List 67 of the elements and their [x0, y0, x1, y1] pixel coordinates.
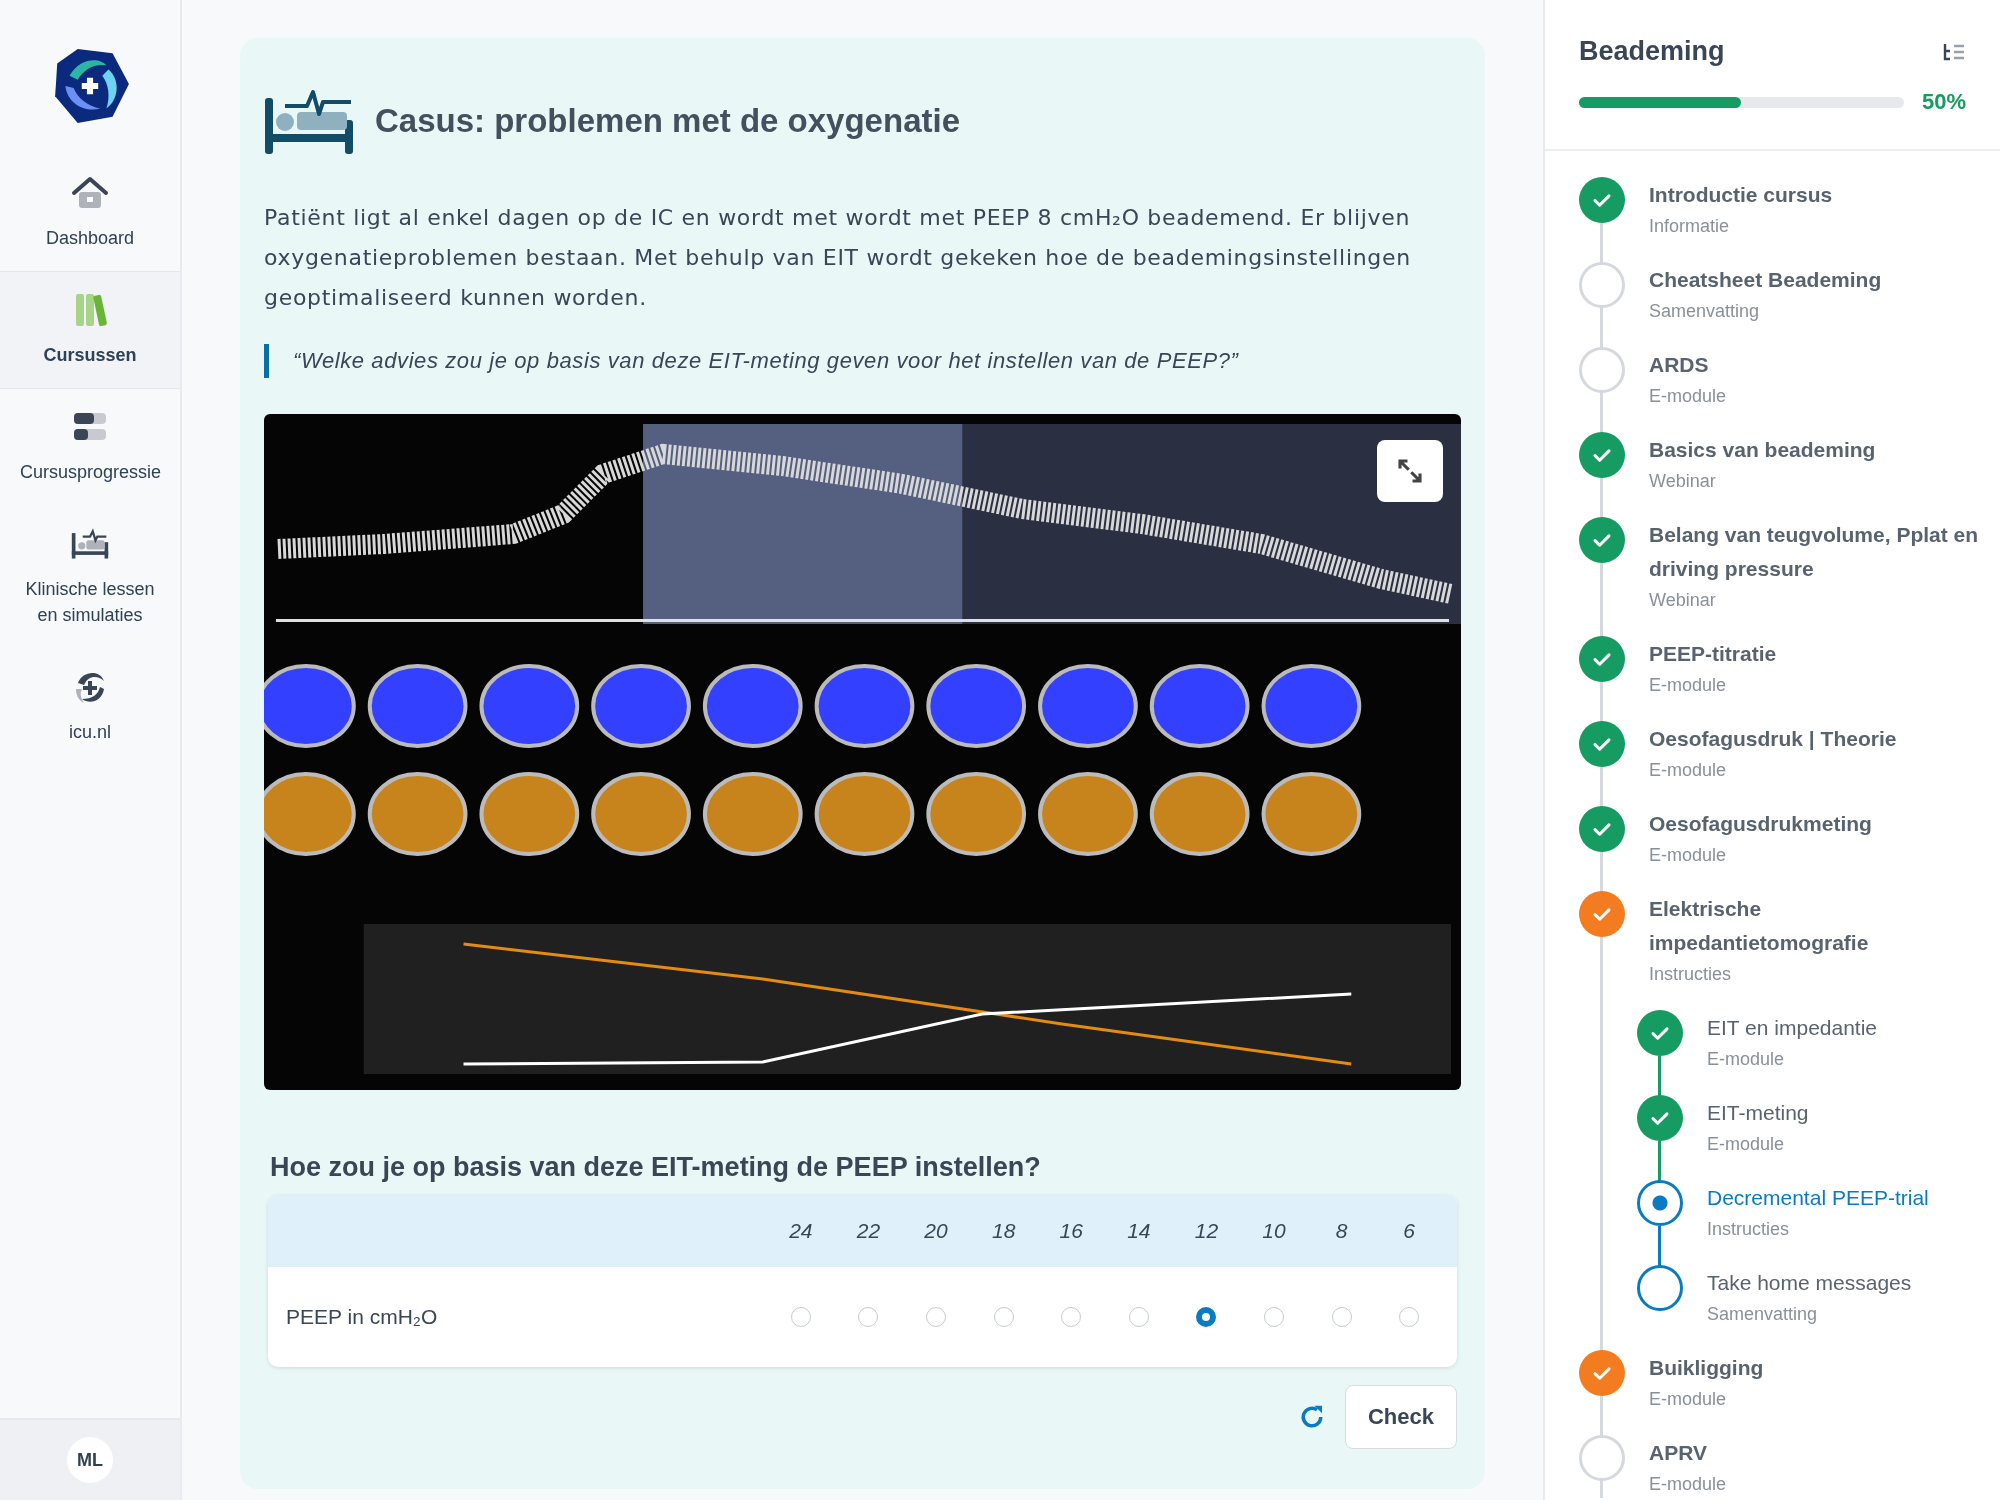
- course-item-type: E-module: [1649, 844, 1728, 867]
- column-header: 18: [990, 1219, 1017, 1243]
- course-item-type: E-module: [1707, 1048, 1786, 1071]
- progress-percent: 50%: [1921, 89, 1966, 115]
- course-item-link[interactable]: APRV: [1649, 1436, 1727, 1470]
- column-header: 14: [1126, 1219, 1152, 1243]
- column-header: 20: [923, 1219, 949, 1243]
- course-item-link[interactable]: Basics van beademing: [1649, 433, 1876, 467]
- lesson-title: Casus: problemen met de oxygenatie: [375, 102, 960, 140]
- course-item-link[interactable]: EIT-meting: [1707, 1096, 1809, 1130]
- course-item-type: E-module: [1707, 1133, 1786, 1156]
- radio-button[interactable]: [1264, 1307, 1284, 1327]
- radio-button[interactable]: [1331, 1307, 1352, 1327]
- nav-item[interactable]: Klinische lessen en simulaties: [0, 506, 180, 650]
- question-title: Hoe zou je op basis van deze EIT-meting de PEEP instellen?: [270, 1152, 1042, 1183]
- course-item-type: E-module: [1649, 385, 1727, 408]
- column-header: 16: [1058, 1219, 1084, 1243]
- column-header: 12: [1193, 1219, 1220, 1243]
- user-avatar[interactable]: ML: [67, 1437, 113, 1483]
- course-item-type: Webinar: [1649, 589, 1717, 612]
- fullscreen-button[interactable]: [1377, 440, 1443, 502]
- nav-item[interactable]: Cursusprogressie: [0, 389, 180, 507]
- radio-button[interactable]: [1061, 1307, 1082, 1327]
- course-item-link[interactable]: Elektrische impedantietomografie: [1649, 892, 1983, 960]
- radio-button[interactable]: [993, 1307, 1014, 1327]
- radio-button[interactable]: [790, 1307, 811, 1327]
- course-item-link[interactable]: PEEP-titratie: [1649, 637, 1777, 671]
- check-button[interactable]: Check: [1344, 1385, 1457, 1449]
- course-item-type: E-module: [1649, 1388, 1728, 1411]
- column-header: 22: [855, 1219, 882, 1243]
- radio-button[interactable]: [926, 1307, 947, 1327]
- course-item-link[interactable]: ARDS: [1649, 348, 1727, 382]
- course-item-link[interactable]: Take home messages: [1707, 1266, 1912, 1300]
- patient-bed-icon: [265, 88, 353, 154]
- radio-button[interactable]: [1399, 1307, 1420, 1327]
- course-item-link[interactable]: Oesofagusdrukmeting: [1649, 807, 1872, 841]
- course-item-type: Webinar: [1649, 470, 1717, 493]
- case-description: Patiënt ligt al enkel dagen op de IC en wordt met wordt met PEEP 8 cmH₂O beademend. Er blijven oxygenatieproblemen bestaan. Met behulp van EIT wordt gekeken hoe de beademingsinstellingen geoptimaliseerd kunnen worden.: [264, 204, 1412, 312]
- column-header: 8: [1334, 1219, 1349, 1243]
- radio-button[interactable]: [1196, 1307, 1217, 1327]
- course-item-type: Samenvatting: [1649, 300, 1761, 323]
- course-item-type: Instructies: [1707, 1218, 1791, 1241]
- course-item-link[interactable]: Oesofagusdruk | Theorie: [1649, 722, 1897, 756]
- course-item-link[interactable]: Buikligging: [1649, 1351, 1764, 1385]
- course-item-link[interactable]: Decremental PEEP-trial: [1707, 1181, 1929, 1215]
- expand-icon: [1395, 456, 1425, 486]
- course-title: Beademing: [1579, 36, 1725, 67]
- course-item-link[interactable]: Cheatsheet Beademing: [1649, 263, 1882, 297]
- column-header: 10: [1261, 1219, 1287, 1243]
- nav-item[interactable]: Cursussen: [0, 272, 180, 390]
- course-item-type: Instructies: [1649, 963, 1733, 986]
- course-item-link[interactable]: Introductie cursus: [1649, 178, 1833, 212]
- course-item-type: Informatie: [1649, 215, 1731, 238]
- column-header: 6: [1402, 1219, 1417, 1243]
- course-item-type: E-module: [1649, 674, 1728, 697]
- row-label: PEEP in cmH₂O: [286, 1305, 439, 1329]
- course-item-type: E-module: [1649, 759, 1728, 782]
- nav-item[interactable]: icu.nl: [0, 649, 180, 767]
- course-item-type: E-module: [1649, 1473, 1727, 1496]
- column-header: 24: [788, 1219, 814, 1243]
- course-item-type: Samenvatting: [1707, 1303, 1819, 1326]
- course-item-link[interactable]: Belang van teugvolume, Pplat en driving pressure: [1649, 518, 1983, 586]
- case-quote: “Welke advies zou je op basis van deze EIT-meting geven voor het instellen van de PEEP?”: [264, 344, 1461, 378]
- radio-button[interactable]: [858, 1307, 879, 1327]
- outline-icon[interactable]: [1942, 41, 1966, 62]
- course-item-link[interactable]: EIT en impedantie: [1707, 1011, 1878, 1045]
- radio-button[interactable]: [1128, 1307, 1149, 1327]
